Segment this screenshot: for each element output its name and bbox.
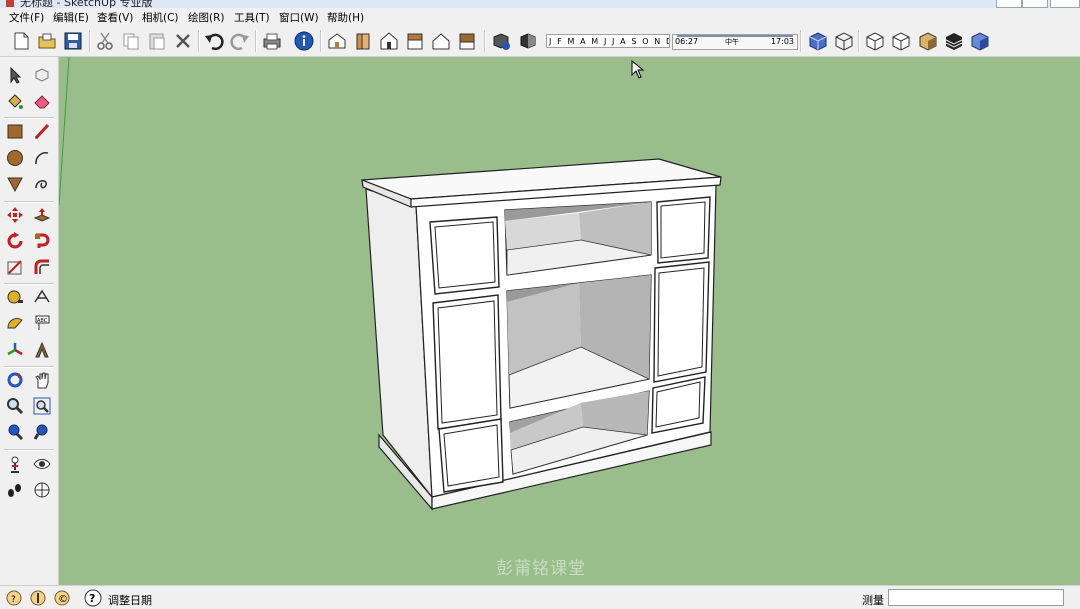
menu-camera[interactable]: 相机(C) (142, 10, 179, 25)
zoom-window-icon[interactable] (30, 394, 54, 418)
section-plane-icon[interactable] (30, 478, 54, 502)
mouse-cursor-icon (631, 60, 645, 79)
status-bar: ? © ? 调整日期 测量 (0, 585, 1080, 609)
copyright-icon[interactable]: © (54, 590, 70, 606)
redo-icon[interactable] (228, 29, 252, 53)
tape-measure-icon[interactable] (3, 285, 27, 309)
orbit-icon[interactable] (3, 368, 27, 392)
follow-me-icon[interactable] (30, 229, 54, 253)
text-icon[interactable]: ABC (30, 311, 54, 335)
back-view-icon[interactable] (429, 29, 453, 53)
zoom-extents-icon[interactable] (3, 420, 27, 444)
iso-view-icon[interactable] (325, 29, 349, 53)
time-noon-label: 中午 (725, 38, 739, 46)
left-view-icon[interactable] (455, 29, 479, 53)
credits-icon[interactable] (30, 590, 46, 606)
arc-icon[interactable] (30, 146, 54, 170)
walk-icon[interactable] (3, 478, 27, 502)
shadow-time-slider[interactable]: 06:27 中午 17:03 (672, 34, 798, 50)
drawing-viewport[interactable]: 彭莆铭课堂 (59, 57, 1080, 585)
eraser-icon[interactable] (30, 89, 54, 113)
tool-palette: ABC (0, 57, 59, 585)
time-start-label: 06:27 (675, 37, 699, 46)
monochrome-style-icon[interactable] (942, 29, 966, 53)
look-around-icon[interactable] (30, 452, 54, 476)
polygon-icon[interactable] (3, 172, 27, 196)
select-icon[interactable] (3, 63, 27, 87)
shaded-texture-style-icon[interactable] (916, 29, 940, 53)
window-title: 无标题 - SketchUp 专业版 (20, 0, 153, 8)
menu-tools[interactable]: 工具(T) (234, 10, 270, 25)
make-component-icon[interactable] (30, 63, 54, 87)
cabinet-model (59, 57, 722, 511)
title-bar: 无标题 - SketchUp 专业版 (0, 0, 1080, 8)
sketchup-app-icon (6, 0, 14, 7)
shadow-month-slider[interactable]: J F M A M J J A S O N D (546, 34, 670, 48)
open-folder-icon[interactable] (35, 29, 59, 53)
maximize-button[interactable] (1022, 0, 1048, 8)
right-view-icon[interactable] (403, 29, 427, 53)
menu-view[interactable]: 查看(V) (97, 10, 133, 25)
circle-icon[interactable] (3, 146, 27, 170)
rotate-icon[interactable] (3, 229, 27, 253)
xray-style-icon[interactable] (806, 29, 830, 53)
status-text: 调整日期 (108, 594, 152, 607)
rectangle-icon[interactable] (3, 119, 27, 143)
push-pull-icon[interactable] (30, 203, 54, 227)
pan-icon[interactable] (30, 368, 54, 392)
minimize-button[interactable] (996, 0, 1022, 8)
zoom-icon[interactable] (3, 394, 27, 418)
previous-view-icon[interactable] (30, 420, 54, 444)
menu-edit[interactable]: 编辑(E) (53, 10, 89, 25)
svg-text:?: ? (11, 595, 16, 605)
measure-label: 测量 (862, 594, 884, 607)
freehand-icon[interactable] (30, 172, 54, 196)
menu-file[interactable]: 文件(F) (9, 10, 44, 25)
model-info-icon[interactable] (292, 29, 316, 53)
menu-draw[interactable]: 绘图(R) (188, 10, 225, 25)
new-file-icon[interactable] (9, 29, 33, 53)
svg-text:?: ? (89, 592, 95, 605)
shadow-settings-icon[interactable] (489, 29, 513, 53)
save-icon[interactable] (61, 29, 85, 53)
wireframe-style-icon[interactable] (832, 29, 856, 53)
close-button[interactable] (1050, 0, 1080, 8)
paste-icon[interactable] (145, 29, 169, 53)
erase-x-icon[interactable] (171, 29, 195, 53)
menu-window[interactable]: 窗口(W) (279, 10, 319, 25)
copy-icon[interactable] (119, 29, 143, 53)
scale-icon[interactable] (3, 255, 27, 279)
top-view-icon[interactable] (377, 29, 401, 53)
undo-icon[interactable] (202, 29, 226, 53)
dimension-icon[interactable] (30, 285, 54, 309)
paint-bucket-icon[interactable] (3, 89, 27, 113)
line-icon[interactable] (30, 119, 54, 143)
3d-text-icon[interactable] (30, 338, 54, 362)
time-end-label: 17:03 (770, 37, 794, 46)
menu-help[interactable]: 帮助(H) (327, 10, 364, 25)
front-view-icon[interactable] (351, 29, 375, 53)
help-icon[interactable]: ? (84, 589, 102, 607)
cut-icon[interactable] (93, 29, 117, 53)
offset-icon[interactable] (30, 255, 54, 279)
move-icon[interactable] (3, 203, 27, 227)
position-camera-icon[interactable] (3, 452, 27, 476)
menu-bar: 文件(F) 编辑(E) 查看(V) 相机(C) 绘图(R) 工具(T) 窗口(W… (0, 8, 1080, 26)
protractor-icon[interactable] (3, 311, 27, 335)
shadow-toggle-icon[interactable] (516, 29, 540, 53)
shaded-blue-style-icon[interactable] (968, 29, 992, 53)
measurements-input[interactable] (888, 589, 1064, 606)
print-icon[interactable] (260, 29, 284, 53)
watermark: 彭莆铭课堂 (496, 559, 586, 579)
geo-location-icon[interactable]: ? (6, 590, 22, 606)
svg-text:©: © (58, 594, 68, 605)
main-toolbar: J F M A M J J A S O N D 06:27 中午 17:03 (0, 26, 1080, 57)
axes-icon[interactable] (3, 338, 27, 362)
hidden-line-style-icon[interactable] (863, 29, 887, 53)
shaded-style-icon[interactable] (889, 29, 913, 53)
